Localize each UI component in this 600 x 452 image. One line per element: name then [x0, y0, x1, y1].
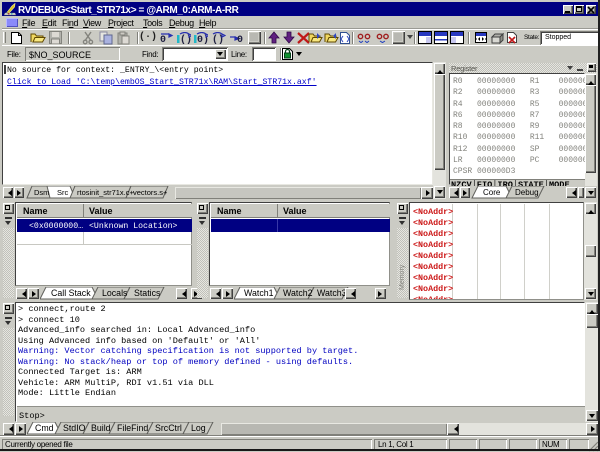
svg-text:0: 0	[160, 35, 166, 44]
svg-text:rtosinit_str71x.c+: rtosinit_str71x.c+	[77, 188, 135, 197]
svg-text:Watch1: Watch1	[244, 288, 274, 298]
svg-text:Dsm: Dsm	[34, 188, 49, 197]
svg-text:Watch3: Watch3	[317, 288, 347, 298]
svg-text:StdIO: StdIO	[63, 423, 86, 433]
svg-text:Src: Src	[57, 188, 69, 197]
svg-text:Build: Build	[91, 423, 111, 433]
svg-text:Locals: Locals	[102, 288, 128, 298]
svg-text:Watch2: Watch2	[283, 288, 313, 298]
svg-text:FileFind: FileFind	[117, 423, 148, 433]
svg-text:0: 0	[237, 35, 243, 44]
svg-text:Statics: Statics	[134, 288, 161, 298]
svg-text:Core: Core	[483, 188, 501, 197]
svg-text:Call Stack: Call Stack	[51, 288, 91, 298]
svg-text:SrcCtrl: SrcCtrl	[155, 423, 182, 433]
svg-text:Debug: Debug	[515, 188, 539, 197]
svg-text:vectors.s+: vectors.s+	[133, 188, 168, 197]
svg-text:Log: Log	[191, 423, 206, 433]
svg-text:Cmd: Cmd	[35, 423, 54, 433]
